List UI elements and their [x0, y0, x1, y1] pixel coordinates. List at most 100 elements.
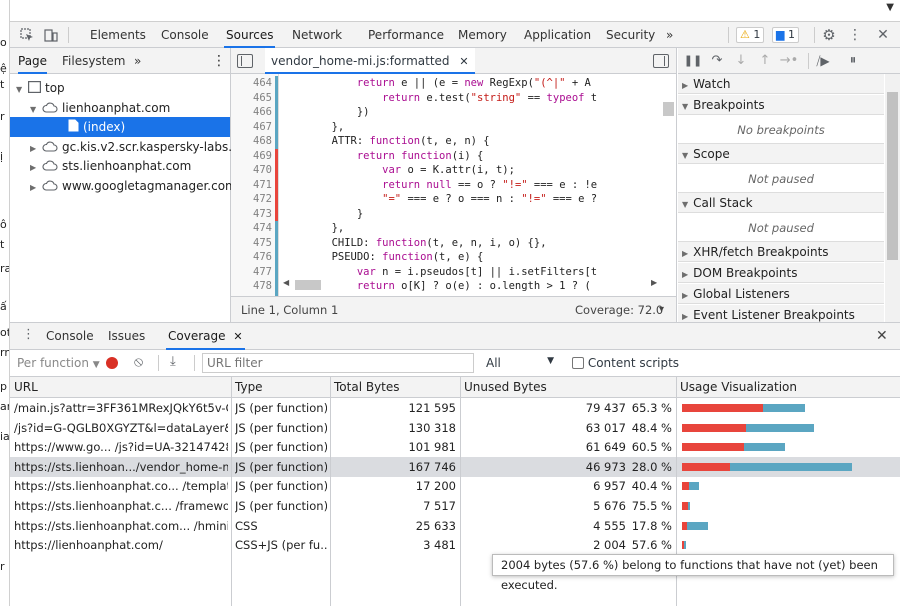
device-toolbar-icon[interactable]	[40, 22, 62, 48]
triangle-down-icon: ▼	[682, 151, 689, 160]
format-icon[interactable]: ▾	[659, 297, 664, 323]
tab-security[interactable]: Security	[604, 22, 657, 48]
tab-elements[interactable]: Elements	[88, 22, 148, 48]
step-over-icon[interactable]: ↷	[706, 48, 728, 74]
step-icon[interactable]: →•	[778, 48, 800, 74]
uncovered-marker	[275, 177, 278, 192]
tab-network[interactable]: Network	[290, 22, 344, 48]
toggle-debugger-icon[interactable]	[653, 54, 669, 68]
close-icon[interactable]: ✕	[872, 22, 894, 48]
tree-item[interactable]: ▶ gc.kis.v2.scr.kaspersky-labs.com	[10, 137, 258, 157]
horizontal-scrollbar[interactable]	[295, 280, 321, 290]
section-scope[interactable]: ▼ Scope	[678, 144, 884, 164]
column-header[interactable]: Unused Bytes	[460, 377, 676, 398]
line-number: 476	[253, 251, 272, 263]
chevron-down-icon[interactable]: ▼	[886, 2, 894, 13]
tree-item[interactable]: ▼ top	[10, 78, 230, 98]
column-header[interactable]: URL	[10, 377, 231, 398]
tree-item[interactable]: (index)	[10, 117, 230, 138]
table-row[interactable]: /js?id=G-QGLB0XGYZT&l=dataLayer&cx=c JS (…	[10, 418, 900, 438]
inspect-icon[interactable]	[16, 22, 38, 48]
tab-console[interactable]: Console	[159, 22, 211, 48]
drawer-tab-issues[interactable]: Issues	[106, 323, 147, 350]
record-icon[interactable]	[106, 357, 118, 369]
nav-tab-filesystem[interactable]: Filesystem	[62, 48, 125, 74]
code-line: var n = i.pseudos[t] || i.setFilters[t	[356, 265, 598, 278]
drawer-tab-console[interactable]: Console	[44, 323, 96, 350]
pause-on-exceptions-icon[interactable]: ⏸	[842, 48, 864, 74]
nav-more-button[interactable]: »	[134, 48, 141, 74]
table-row[interactable]: https://sts.lienhoanphat.com... /hmini.c…	[10, 516, 900, 536]
section-breakpoints[interactable]: ▼ Breakpoints	[678, 95, 884, 115]
close-tab-icon[interactable]: ✕	[459, 55, 468, 68]
section-global-listeners[interactable]: ▶ Global Listeners	[678, 284, 884, 304]
editor-tab[interactable]: vendor_home-mi.js:formatted ✕	[265, 48, 475, 74]
tree-item-label: top	[45, 81, 65, 95]
tree-item[interactable]: ▶ sts.lienhoanphat.com	[10, 156, 230, 176]
warning-icon: ⚠	[740, 28, 750, 41]
content-scripts-checkbox[interactable]	[572, 357, 584, 369]
tab-performance[interactable]: Performance	[366, 22, 446, 48]
table-row[interactable]: /main.js?attr=3FF361MRexJQkY6t5v-CskQ JS …	[10, 398, 900, 418]
scroll-right-icon[interactable]: ▶	[651, 278, 657, 287]
tree-item[interactable]: ▼ lienhoanphat.com	[10, 98, 230, 118]
drawer-tab-coverage-label: Coverage	[168, 329, 226, 343]
page-text-fragment: ô	[0, 218, 7, 231]
content-scripts-toggle[interactable]: Content scripts	[572, 356, 679, 370]
section-xhr-fetch-breakpoints[interactable]: ▶ XHR/fetch Breakpoints	[678, 242, 884, 262]
section-call-stack[interactable]: ▼ Call Stack	[678, 193, 884, 213]
row-type: JS (per function)	[235, 440, 327, 455]
more-tabs-button[interactable]: »	[664, 22, 675, 48]
kebab-menu-icon[interactable]: ⋮	[844, 22, 866, 48]
tab-sources[interactable]: Sources	[224, 22, 276, 48]
drawer-kebab-icon[interactable]: ⋮	[22, 327, 35, 342]
export-icon[interactable]: ⤓	[170, 354, 176, 369]
pause-icon[interactable]: ❚❚	[682, 48, 704, 74]
deactivate-breakpoints-icon[interactable]: ⧸▶	[812, 48, 834, 74]
url-filter-input[interactable]	[202, 353, 474, 373]
nav-kebab-icon[interactable]: ⋮	[212, 48, 226, 74]
triangle-down-icon: ▼	[682, 102, 689, 111]
code-line: PSEUDO: function(t, e) {	[281, 251, 484, 263]
messages-badge[interactable]: ▆ 1	[772, 27, 799, 43]
step-into-icon[interactable]: ↓	[730, 48, 752, 74]
column-header[interactable]: Total Bytes	[330, 377, 460, 398]
close-drawer-icon[interactable]: ✕	[876, 328, 888, 344]
tree-item[interactable]: ▶ www.googletagmanager.com	[10, 176, 237, 198]
debugger-scrollbar[interactable]	[885, 74, 900, 322]
step-out-icon[interactable]: ↑	[754, 48, 776, 74]
tab-memory[interactable]: Memory	[456, 22, 509, 48]
section-watch[interactable]: ▶ Watch	[678, 74, 884, 94]
code-content[interactable]: return e || (e = new RegExp("(^|" + A re…	[281, 74, 667, 296]
nav-tab-page[interactable]: Page	[18, 48, 48, 74]
vertical-scrollbar[interactable]	[663, 102, 674, 116]
coverage-mode-select[interactable]: Per function ▼	[17, 356, 100, 370]
section-dom-breakpoints[interactable]: ▶ DOM Breakpoints	[678, 263, 884, 283]
gear-icon[interactable]: ⚙	[818, 22, 840, 48]
drawer-tab-coverage[interactable]: Coverage ✕	[166, 323, 245, 350]
row-unused-bytes: 6 957	[593, 479, 626, 494]
triangle-right-icon[interactable]: ▶	[30, 178, 40, 198]
section-event-listener-breakpoints[interactable]: ▶ Event Listener Breakpoints	[678, 305, 884, 322]
row-unused-bytes: 79 437	[585, 401, 626, 415]
column-header[interactable]: Usage Visualization	[676, 377, 900, 398]
close-coverage-icon[interactable]: ✕	[233, 330, 242, 343]
row-unused-bytes: 4 555	[593, 518, 626, 533]
table-row[interactable]: https://sts.lienhoanphat.co... /template…	[10, 476, 900, 496]
tab-application[interactable]: Application	[522, 22, 593, 48]
table-row[interactable]: https://sts.lienhoanphat.c... /framework…	[10, 496, 900, 516]
column-header[interactable]: Type	[231, 377, 330, 398]
row-type: JS (per function)	[235, 479, 327, 494]
clear-icon[interactable]: ⦸	[134, 354, 143, 370]
table-row[interactable]: https://sts.lienhoan.../vendor_home-mi.j…	[10, 456, 900, 477]
table-row[interactable]: https://lienhoanphat.com/CSS+JS (per fu.…	[10, 535, 900, 555]
toggle-navigator-icon[interactable]	[237, 54, 253, 68]
page-text-fragment: rn	[0, 346, 9, 359]
table-row[interactable]: https://www.go... /js?id=UA-32147428-2 JS…	[10, 437, 900, 457]
row-total-bytes: 101 981	[408, 440, 456, 455]
scroll-left-icon[interactable]: ◀	[283, 278, 289, 287]
section-title: Scope	[693, 147, 730, 161]
warnings-badge[interactable]: ⚠ 1	[736, 27, 765, 43]
line-number: 478	[253, 280, 272, 292]
type-filter-select[interactable]: All ▼	[486, 356, 554, 370]
